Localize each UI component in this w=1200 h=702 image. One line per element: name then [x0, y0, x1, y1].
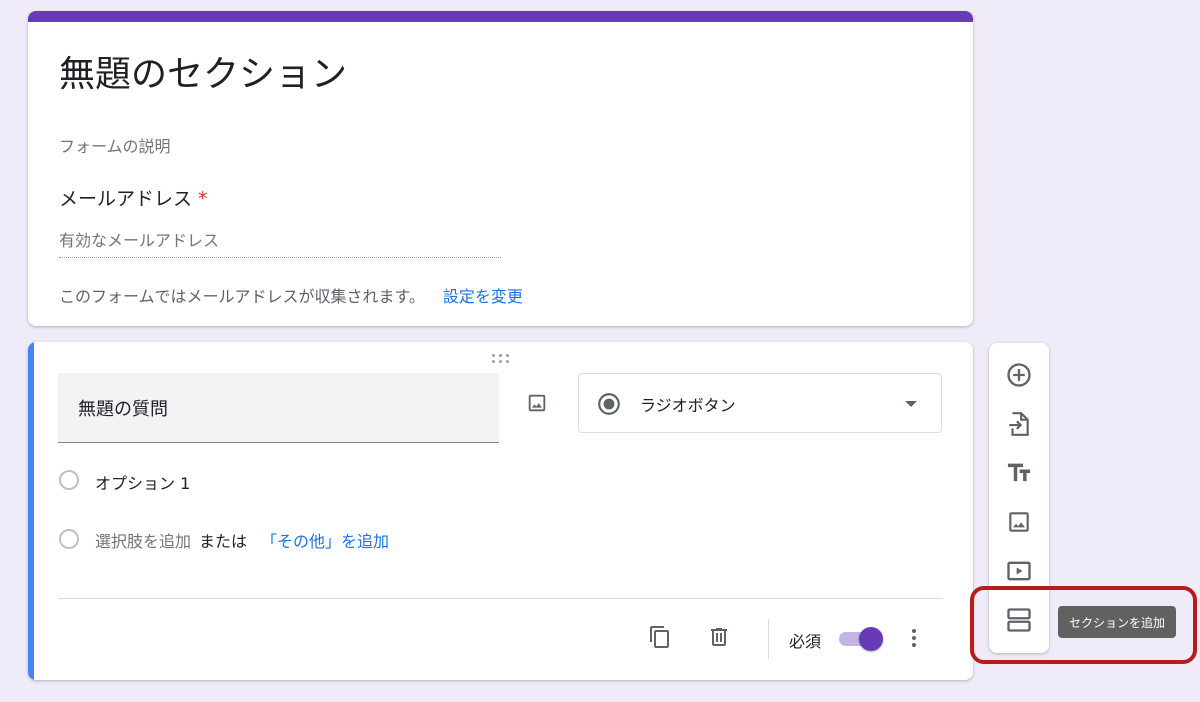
image-icon	[528, 394, 546, 412]
required-label: 必須	[789, 632, 822, 651]
required-asterisk: *	[198, 188, 208, 210]
add-option-radio-icon	[59, 529, 79, 549]
drag-handle-icon[interactable]	[492, 354, 510, 364]
add-circle-icon	[1007, 363, 1031, 387]
dropdown-arrow-icon	[905, 401, 917, 407]
email-input[interactable]: 有効なメールアドレス	[59, 227, 501, 258]
question-active-indicator	[28, 342, 34, 680]
or-text: または	[199, 532, 248, 551]
trash-icon	[711, 628, 727, 646]
form-header-card: 無題のセクション フォームの説明 メールアドレス * 有効なメールアドレス このフ…	[28, 11, 973, 326]
video-icon	[1007, 561, 1031, 581]
email-label-text: メールアドレス	[59, 188, 193, 210]
question-title-input[interactable]: 無題の質問	[58, 373, 499, 443]
form-title[interactable]: 無題のセクション	[59, 53, 347, 97]
add-title-button[interactable]	[1003, 457, 1035, 489]
question-type-label: ラジオボタン	[640, 396, 736, 415]
image-icon	[1009, 512, 1029, 532]
add-image-button[interactable]	[1003, 506, 1035, 538]
header-accent-bar	[28, 11, 973, 22]
question-type-select[interactable]: ラジオボタン	[578, 373, 942, 433]
add-video-button[interactable]	[1003, 555, 1035, 587]
add-other-option-link[interactable]: 「その他」を追加	[261, 532, 389, 551]
copy-icon	[650, 626, 669, 648]
email-question-label: メールアドレス *	[59, 184, 208, 211]
delete-question-button[interactable]	[704, 622, 734, 652]
footer-vertical-divider	[768, 619, 769, 659]
question-footer-divider	[58, 598, 943, 599]
email-collect-note-text: このフォームではメールアドレスが収集されます。	[59, 287, 425, 306]
add-question-button[interactable]	[1003, 359, 1035, 391]
question-title-text: 無題の質問	[78, 399, 168, 420]
email-collect-note: このフォームではメールアドレスが収集されます。 設定を変更	[59, 283, 523, 307]
more-vert-icon	[912, 629, 916, 633]
toggle-thumb	[859, 627, 883, 651]
form-description-field[interactable]: フォームの説明	[59, 133, 171, 157]
option-1-input[interactable]: オプション 1	[95, 470, 190, 494]
option-1-radio-icon	[59, 470, 79, 490]
radio-button-icon	[598, 393, 620, 415]
import-questions-button[interactable]	[1003, 408, 1035, 440]
more-options-button[interactable]	[902, 623, 926, 653]
add-option-link[interactable]: 選択肢を追加	[95, 532, 191, 551]
question-card[interactable]: 無題の質問 ラジオボタン オプション 1 選択肢を追加 または 「その他」を追加 必…	[28, 342, 973, 680]
add-option-row: 選択肢を追加 または 「その他」を追加	[95, 528, 389, 552]
add-section-tooltip: セクションを追加	[1058, 606, 1176, 638]
import-icon	[1009, 412, 1029, 436]
title-icon	[1007, 463, 1031, 482]
change-settings-link[interactable]: 設定を変更	[443, 287, 523, 306]
required-toggle[interactable]	[839, 627, 883, 651]
add-image-to-question-button[interactable]	[522, 388, 552, 418]
duplicate-question-button[interactable]	[645, 622, 675, 652]
